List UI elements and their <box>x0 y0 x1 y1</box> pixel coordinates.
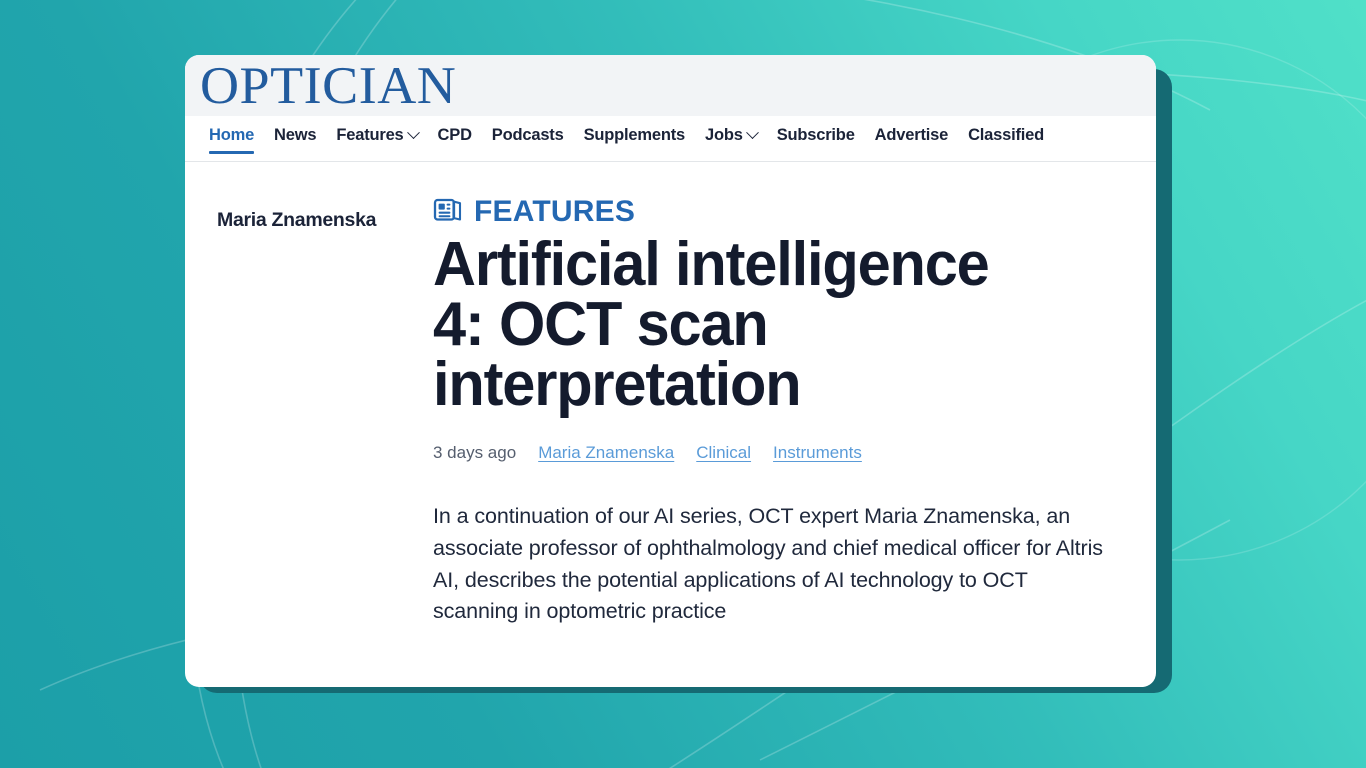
nav-label-advertise: Advertise <box>874 126 949 144</box>
author-sidebar: Maria Znamenska <box>185 195 433 628</box>
page-root: OPTICIAN Home News Features CPD Podcasts… <box>0 0 1366 768</box>
article-standfirst: In a continuation of our AI series, OCT … <box>433 504 1103 624</box>
site-header: OPTICIAN <box>185 55 1156 116</box>
meta-link-author[interactable]: Maria Znamenska <box>538 443 674 463</box>
article-category[interactable]: FEATURES <box>433 195 1116 229</box>
nav-item-podcasts[interactable]: Podcasts <box>482 126 574 157</box>
main-navigation: Home News Features CPD Podcasts Suppleme… <box>185 116 1156 162</box>
nav-item-subscribe[interactable]: Subscribe <box>767 126 865 157</box>
nav-label-cpd: CPD <box>437 126 472 144</box>
nav-item-jobs[interactable]: Jobs <box>695 126 767 157</box>
nav-label-classified: Classified <box>968 126 1045 144</box>
article-meta: 3 days ago Maria Znamenska Clinical Inst… <box>433 443 1116 463</box>
nav-item-news[interactable]: News <box>264 126 326 157</box>
nav-item-supplements[interactable]: Supplements <box>574 126 695 157</box>
nav-item-cpd[interactable]: CPD <box>428 126 482 157</box>
chevron-down-icon <box>745 126 759 140</box>
chevron-down-icon <box>406 126 420 140</box>
meta-link-clinical[interactable]: Clinical <box>696 443 751 463</box>
nav-label-features: Features <box>336 126 404 144</box>
newspaper-icon <box>433 197 463 228</box>
nav-label-podcasts: Podcasts <box>491 126 564 144</box>
nav-label-home: Home <box>209 126 255 144</box>
nav-item-features[interactable]: Features <box>326 126 427 157</box>
nav-label-supplements: Supplements <box>583 126 686 144</box>
publish-date: 3 days ago <box>433 443 517 463</box>
category-label: FEATURES <box>474 195 636 228</box>
nav-item-home[interactable]: Home <box>199 126 264 157</box>
author-name: Maria Znamenska <box>217 209 377 231</box>
nav-item-advertise[interactable]: Advertise <box>865 126 958 157</box>
article-body: Maria Znamenska FEATURES Artificial inte… <box>185 162 1156 628</box>
nav-item-classified[interactable]: Classified <box>958 126 1054 157</box>
article-card: OPTICIAN Home News Features CPD Podcasts… <box>185 55 1156 687</box>
article-headline: Artificial intelligence 4: OCT scan inte… <box>433 230 990 420</box>
site-logo[interactable]: OPTICIAN <box>200 58 456 113</box>
nav-label-news: News <box>274 126 317 144</box>
nav-label-subscribe: Subscribe <box>776 126 855 144</box>
meta-link-instruments[interactable]: Instruments <box>773 443 862 463</box>
article-main: FEATURES Artificial intelligence 4: OCT … <box>433 195 1156 628</box>
nav-label-jobs: Jobs <box>704 126 743 144</box>
